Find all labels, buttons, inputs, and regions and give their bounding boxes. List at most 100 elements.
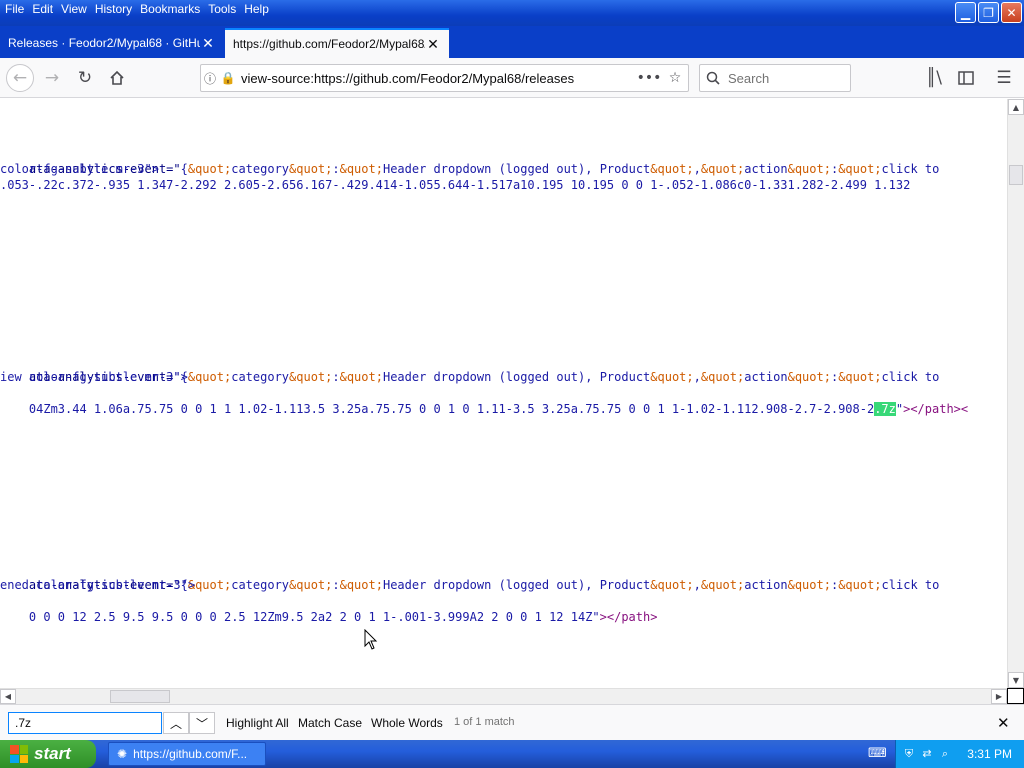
minimize-button[interactable]: ▁ bbox=[955, 2, 976, 23]
lock-warning-icon[interactable]: 🔒 bbox=[219, 71, 237, 85]
back-button[interactable]: ← bbox=[6, 64, 34, 92]
tab-close-icon[interactable]: ✕ bbox=[200, 35, 216, 52]
windows-logo-icon bbox=[10, 745, 28, 763]
hamburger-menu-button[interactable]: ☰ bbox=[990, 64, 1018, 92]
entity: &quot; bbox=[339, 578, 383, 592]
menu-file[interactable]: File bbox=[2, 1, 27, 17]
search-tray-icon[interactable]: ⌕ bbox=[938, 747, 952, 761]
highlight-all-toggle[interactable]: Highlight All bbox=[226, 716, 289, 730]
find-previous-button[interactable]: ︿ bbox=[163, 712, 189, 734]
attr-value: category bbox=[231, 370, 290, 384]
tab-title: Releases · Feodor2/Mypal68 · GitHub bbox=[8, 36, 200, 50]
entity: &quot; bbox=[339, 370, 383, 384]
find-bar: ︿ ﹀ Highlight All Match Case Whole Words… bbox=[0, 704, 1024, 740]
sidebar-icon bbox=[958, 71, 974, 85]
chevron-down-icon: ﹀ bbox=[195, 716, 208, 731]
horizontal-scroll-thumb[interactable] bbox=[110, 690, 170, 703]
attr-value: , bbox=[693, 578, 701, 592]
attr-value: category bbox=[231, 162, 290, 176]
tab-close-icon[interactable]: ✕ bbox=[425, 36, 441, 53]
close-window-button[interactable]: ✕ bbox=[1001, 2, 1022, 23]
attr-value: category bbox=[231, 578, 290, 592]
network-icon[interactable]: ⇄ bbox=[920, 747, 934, 761]
source-line: .053-.22c.372-.935 1.347-2.292 2.605-2.6… bbox=[0, 178, 911, 192]
entity: &quot; bbox=[700, 578, 745, 592]
clock: 3:31 PM bbox=[967, 747, 1012, 761]
triangle-left-icon: ◀ bbox=[4, 692, 12, 701]
menu-edit[interactable]: Edit bbox=[29, 1, 56, 17]
home-button[interactable] bbox=[103, 64, 131, 92]
entity: &quot; bbox=[838, 370, 882, 384]
entity: &quot; bbox=[650, 578, 694, 592]
find-input[interactable] bbox=[8, 712, 162, 734]
source-line: iew color-fg-subtle mr-3"> bbox=[0, 370, 188, 384]
entity: &quot; bbox=[650, 162, 694, 176]
keyboard-icon[interactable]: ⌨ bbox=[868, 746, 887, 761]
tab-view-source[interactable]: https://github.com/Feodor2/Mypal68/r ✕ bbox=[225, 28, 449, 58]
menu-view[interactable]: View bbox=[58, 1, 90, 17]
sidebar-button[interactable] bbox=[952, 64, 980, 92]
url-text[interactable]: view-source:https://github.com/Feodor2/M… bbox=[237, 71, 636, 86]
menu-bookmarks[interactable]: Bookmarks bbox=[137, 1, 203, 17]
find-close-icon[interactable]: ✕ bbox=[997, 714, 1010, 732]
source-line: color-fg-subtle mr-3"> bbox=[0, 162, 159, 176]
entity: &quot; bbox=[838, 578, 882, 592]
entity: &quot; bbox=[289, 578, 333, 592]
attr-value: Header dropdown (logged out), Product bbox=[382, 370, 651, 384]
taskbar-item-browser[interactable]: ✺ https://github.com/F... bbox=[108, 742, 266, 766]
entity: &quot; bbox=[187, 370, 232, 384]
forward-button[interactable]: → bbox=[38, 64, 66, 92]
horizontal-scrollbar[interactable]: ◀ ▶ bbox=[0, 688, 1007, 704]
scroll-right-button[interactable]: ▶ bbox=[991, 689, 1007, 704]
scroll-left-button[interactable]: ◀ bbox=[0, 689, 16, 704]
library-button[interactable]: ║\ bbox=[920, 64, 948, 92]
url-bar[interactable]: ⓘ 🔒 view-source:https://github.com/Feodo… bbox=[200, 64, 689, 92]
find-next-button[interactable]: ﹀ bbox=[189, 712, 215, 734]
match-case-toggle[interactable]: Match Case bbox=[298, 716, 362, 730]
browser-icon: ✺ bbox=[117, 747, 128, 761]
menu-history[interactable]: History bbox=[92, 1, 135, 17]
vertical-scroll-thumb[interactable] bbox=[1009, 165, 1023, 185]
taskbar-item-label: https://github.com/F... bbox=[133, 747, 248, 761]
attr-value: : bbox=[332, 162, 340, 176]
tab-releases[interactable]: Releases · Feodor2/Mypal68 · GitHub ✕ bbox=[0, 28, 224, 58]
reload-button[interactable]: ↻ bbox=[71, 64, 99, 92]
entity: &quot; bbox=[187, 162, 232, 176]
vertical-scrollbar[interactable]: ▲ ▼ bbox=[1007, 99, 1024, 688]
entity: &quot; bbox=[700, 162, 745, 176]
triangle-up-icon: ▲ bbox=[1012, 102, 1020, 112]
search-input[interactable]: Search bbox=[699, 64, 851, 92]
closing-tag: ></path>< bbox=[903, 402, 969, 416]
security-shield-icon[interactable]: ⛨ bbox=[902, 747, 916, 761]
mouse-cursor-icon bbox=[364, 629, 378, 650]
attr-value: Header dropdown (logged out), Product bbox=[382, 578, 651, 592]
closing-tag: ></path> bbox=[599, 610, 658, 624]
chevron-up-icon: ︿ bbox=[169, 716, 182, 731]
whole-words-toggle[interactable]: Whole Words bbox=[371, 716, 443, 730]
attr-value: action bbox=[744, 370, 788, 384]
source-line: 04Zm3.44 1.06a.75.75 0 0 1 1 1.02-1.113.… bbox=[0, 385, 968, 433]
search-placeholder: Search bbox=[728, 70, 770, 86]
scroll-down-button[interactable]: ▼ bbox=[1008, 672, 1024, 688]
menu-tools[interactable]: Tools bbox=[205, 1, 239, 17]
navigation-toolbar: ← → ↻ ⓘ 🔒 view-source:https://github.com… bbox=[0, 58, 1024, 98]
scroll-up-button[interactable]: ▲ bbox=[1008, 99, 1024, 115]
window-titlebar: File Edit View History Bookmarks Tools H… bbox=[0, 0, 1024, 26]
attr-value: click to bbox=[881, 162, 940, 176]
attr-value: action bbox=[744, 162, 788, 176]
source-view[interactable]: ata-analytics-event="{&quot;category&quo… bbox=[0, 99, 1007, 688]
entity: &quot; bbox=[700, 370, 745, 384]
star-icon[interactable]: ☆ bbox=[662, 70, 688, 86]
entity: &quot; bbox=[787, 370, 831, 384]
minimize-icon: ▁ bbox=[960, 5, 971, 20]
info-icon[interactable]: ⓘ bbox=[201, 70, 219, 87]
arrow-right-icon: → bbox=[44, 68, 60, 88]
source-line: 0 0 0 12 2.5 9.5 9.5 0 0 0 2.5 12Zm9.5 2… bbox=[0, 593, 658, 641]
restore-button[interactable]: ❐ bbox=[978, 2, 999, 23]
menu-help[interactable]: Help bbox=[241, 1, 272, 17]
start-button[interactable]: start bbox=[0, 740, 96, 768]
find-highlight: .7z bbox=[874, 402, 896, 416]
attr-value: : bbox=[332, 578, 340, 592]
triangle-right-icon: ▶ bbox=[995, 692, 1003, 701]
page-actions-icon[interactable]: ••• bbox=[636, 70, 662, 86]
